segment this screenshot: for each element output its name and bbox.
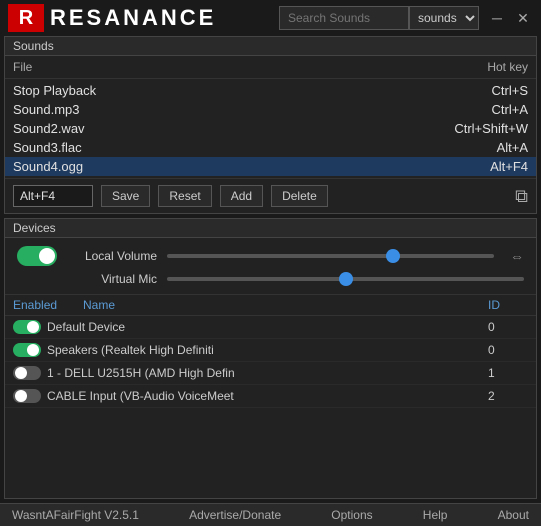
- local-volume-knob: [39, 248, 55, 264]
- sounds-controls: Save Reset Add Delete ⧉: [5, 178, 536, 213]
- device-id-0: 0: [488, 320, 528, 334]
- close-button[interactable]: ✕: [513, 8, 533, 28]
- sound-name-3: Sound3.flac: [13, 140, 82, 155]
- device-toggle-knob-0: [27, 321, 39, 333]
- local-volume-slider[interactable]: [167, 254, 494, 258]
- device-row-0[interactable]: Default Device 0: [5, 316, 536, 339]
- col-name-header: Name: [83, 298, 488, 312]
- device-toggle-3[interactable]: [13, 389, 41, 403]
- delete-button[interactable]: Delete: [271, 185, 328, 207]
- sounds-section-header: Sounds: [5, 37, 536, 56]
- virtual-mic-row: Virtual Mic: [17, 272, 524, 286]
- sound-hotkey-2: Ctrl+Shift+W: [454, 121, 528, 136]
- hotkey-input[interactable]: [13, 185, 93, 207]
- sound-row-0[interactable]: Stop Playback Ctrl+S: [5, 81, 536, 100]
- device-name-1: Speakers (Realtek High Definiti: [47, 343, 488, 357]
- about-link[interactable]: About: [498, 508, 529, 522]
- local-volume-slider-container: [167, 254, 494, 258]
- virtual-mic-slider[interactable]: [167, 277, 524, 281]
- sound-hotkey-4: Alt+F4: [490, 159, 528, 174]
- device-row-3[interactable]: CABLE Input (VB-Audio VoiceMeet 2: [5, 385, 536, 408]
- options-link[interactable]: Options: [331, 508, 372, 522]
- sound-row-4[interactable]: Sound4.ogg Alt+F4: [5, 157, 536, 176]
- device-toggle-knob-3: [15, 390, 27, 402]
- app-name: RESANANCE: [50, 5, 279, 31]
- minimize-button[interactable]: ─: [487, 8, 507, 28]
- col-id-header: ID: [488, 298, 528, 312]
- col-enabled-header: Enabled: [13, 298, 83, 312]
- device-name-2: 1 - DELL U2515H (AMD High Defin: [47, 366, 488, 380]
- device-row-2[interactable]: 1 - DELL U2515H (AMD High Defin 1: [5, 362, 536, 385]
- save-button[interactable]: Save: [101, 185, 150, 207]
- sound-row-2[interactable]: Sound2.wav Ctrl+Shift+W: [5, 119, 536, 138]
- local-volume-toggle[interactable]: [17, 246, 57, 266]
- help-link[interactable]: Help: [423, 508, 448, 522]
- sound-hotkey-0: Ctrl+S: [492, 83, 528, 98]
- window-controls: ─ ✕: [487, 8, 533, 28]
- device-toggle-2[interactable]: [13, 366, 41, 380]
- sounds-dropdown[interactable]: soundsall: [409, 6, 479, 30]
- link-icon[interactable]: ⇔: [510, 248, 524, 264]
- search-input[interactable]: [279, 6, 409, 30]
- devices-section-header: Devices: [5, 219, 536, 238]
- title-bar: R RESANANCE soundsall ─ ✕: [0, 0, 541, 36]
- device-toggle-knob-2: [15, 367, 27, 379]
- sounds-table-header: File Hot key: [5, 56, 536, 79]
- sounds-list: Stop Playback Ctrl+S Sound.mp3 Ctrl+A So…: [5, 79, 536, 178]
- sound-hotkey-3: Alt+A: [497, 140, 528, 155]
- advertise-link[interactable]: Advertise/Donate: [189, 508, 281, 522]
- devices-section: Devices Local Volume ⇔ Virtual Mic Enabl…: [4, 218, 537, 499]
- device-toggle-1[interactable]: [13, 343, 41, 357]
- sound-row-1[interactable]: Sound.mp3 Ctrl+A: [5, 100, 536, 119]
- logo-box: R: [8, 4, 44, 32]
- sound-name-1: Sound.mp3: [13, 102, 80, 117]
- local-volume-row: Local Volume ⇔: [17, 246, 524, 266]
- copy-icon[interactable]: ⧉: [515, 186, 528, 207]
- devices-table-header: Enabled Name ID: [5, 295, 536, 316]
- reset-button[interactable]: Reset: [158, 185, 211, 207]
- local-volume-label: Local Volume: [67, 249, 157, 263]
- device-id-2: 1: [488, 366, 528, 380]
- device-toggle-0[interactable]: [13, 320, 41, 334]
- device-toggle-knob-1: [27, 344, 39, 356]
- device-id-3: 2: [488, 389, 528, 403]
- sound-hotkey-1: Ctrl+A: [492, 102, 528, 117]
- add-button[interactable]: Add: [220, 185, 263, 207]
- device-id-1: 0: [488, 343, 528, 357]
- status-bar: WasntAFairFight V2.5.1 Advertise/Donate …: [0, 503, 541, 526]
- device-row-1[interactable]: Speakers (Realtek High Definiti 0: [5, 339, 536, 362]
- virtual-mic-slider-container: [167, 277, 524, 281]
- version-label: WasntAFairFight V2.5.1: [12, 508, 139, 522]
- devices-list: Default Device 0 Speakers (Realtek High …: [5, 316, 536, 408]
- sound-name-0: Stop Playback: [13, 83, 96, 98]
- sound-name-2: Sound2.wav: [13, 121, 85, 136]
- virtual-mic-label: Virtual Mic: [67, 272, 157, 286]
- sound-name-4: Sound4.ogg: [13, 159, 83, 174]
- volume-controls: Local Volume ⇔ Virtual Mic: [5, 238, 536, 295]
- sounds-section: Sounds File Hot key Stop Playback Ctrl+S…: [4, 36, 537, 214]
- device-name-3: CABLE Input (VB-Audio VoiceMeet: [47, 389, 488, 403]
- col-hotkey-header: Hot key: [487, 60, 528, 74]
- logo-letter: R: [19, 7, 33, 30]
- device-name-0: Default Device: [47, 320, 488, 334]
- sound-row-3[interactable]: Sound3.flac Alt+A: [5, 138, 536, 157]
- col-file-header: File: [13, 60, 32, 74]
